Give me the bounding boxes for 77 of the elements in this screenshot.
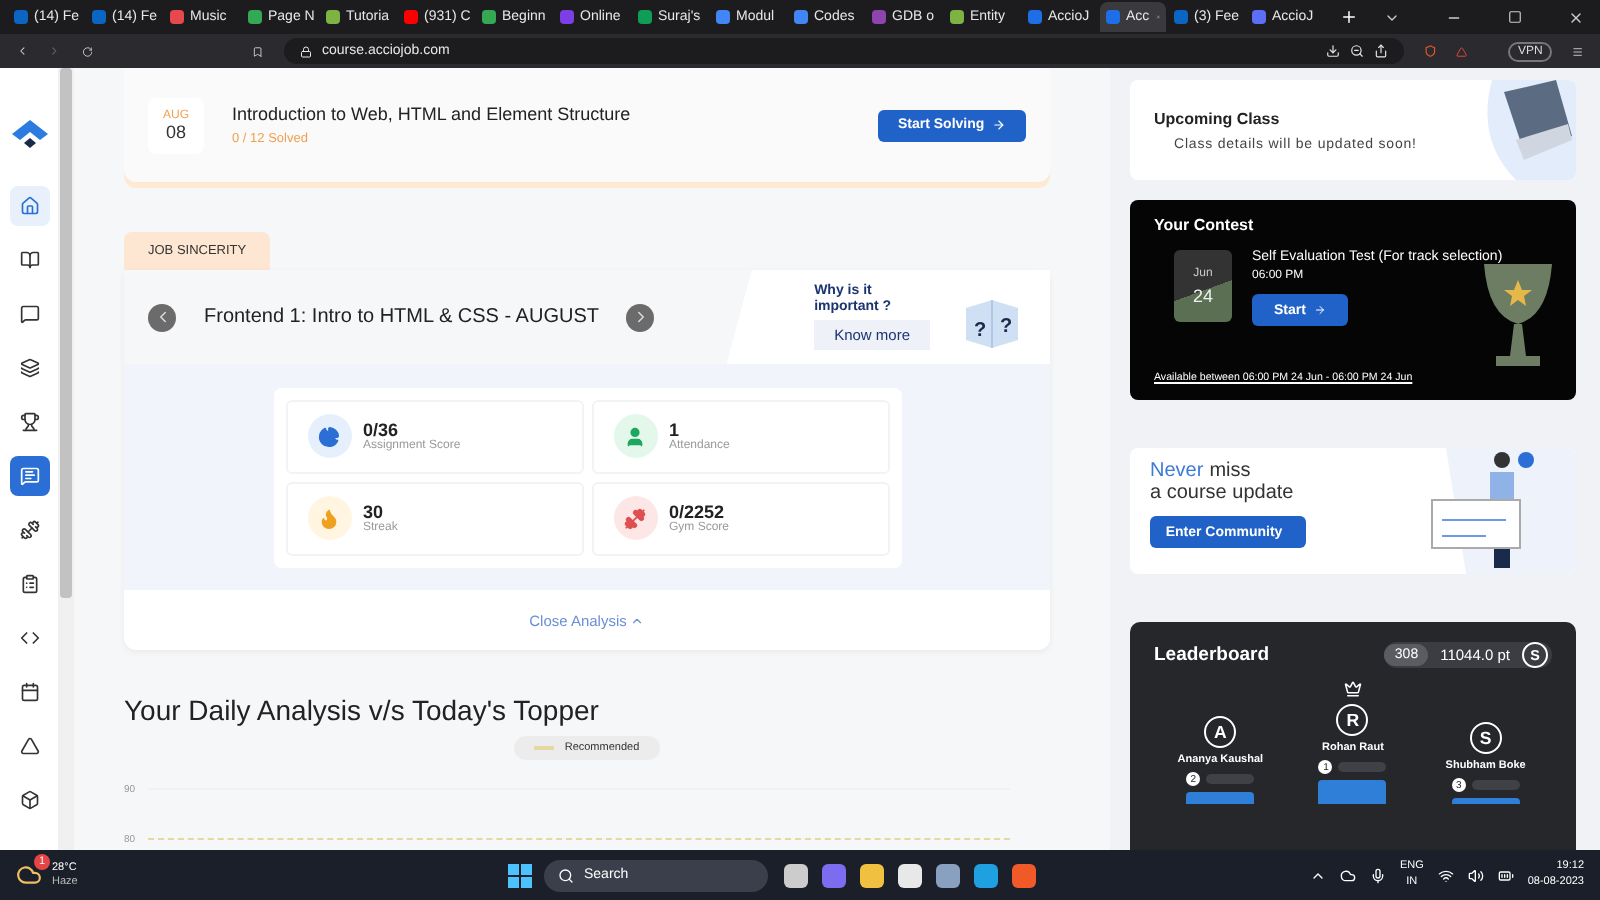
- dumbbell-icon: [19, 520, 39, 540]
- task-view-icon[interactable]: [784, 863, 808, 887]
- battery-icon[interactable]: [1497, 867, 1514, 883]
- question-mark: ?: [974, 319, 987, 341]
- card-title: Upcoming Class: [1154, 109, 1282, 127]
- points-bar: [1206, 774, 1255, 784]
- logo-icon: [11, 120, 47, 148]
- card-title: Your Contest: [1154, 216, 1256, 234]
- search-icon: [558, 867, 574, 883]
- menu-icon[interactable]: [1572, 43, 1584, 59]
- pie-chart-icon: [307, 414, 351, 458]
- reload-icon[interactable]: [81, 43, 93, 59]
- stat-value: 1: [669, 420, 680, 440]
- chat-icon: [19, 304, 39, 324]
- bookmark-icon[interactable]: [252, 43, 264, 59]
- date-day: 24: [1192, 285, 1213, 305]
- avatar: S: [1469, 722, 1502, 754]
- close-icon[interactable]: [1568, 9, 1584, 25]
- next-button[interactable]: [626, 303, 655, 331]
- folder-icon[interactable]: [860, 863, 884, 887]
- rewards-icon[interactable]: [1456, 43, 1468, 59]
- scrollbar-thumb[interactable]: [60, 68, 72, 598]
- date-day: 08: [165, 121, 186, 141]
- microphone-icon[interactable]: [1369, 867, 1386, 883]
- points-bar: [1338, 762, 1387, 772]
- cloud-icon[interactable]: [1339, 867, 1356, 883]
- podium-block: [1318, 780, 1387, 804]
- triangle-icon: [19, 736, 39, 756]
- cube-icon: [19, 790, 39, 810]
- stat-value: 0/36: [363, 420, 399, 440]
- card-title: Leaderboard: [1154, 644, 1272, 666]
- dumbbell-icon: [613, 496, 657, 540]
- browser-icon[interactable]: [974, 863, 998, 887]
- zoom-icon[interactable]: [1350, 44, 1364, 58]
- chevron-up-icon: [630, 613, 645, 627]
- clipboard-icon: [19, 574, 39, 594]
- lock-icon: [300, 45, 312, 57]
- section-heading: Your Daily Analysis v/s Today's Topper: [124, 694, 601, 726]
- legend-line-icon: [534, 746, 555, 750]
- previous-button[interactable]: [148, 303, 176, 331]
- layers-icon: [19, 358, 39, 378]
- question-mark: ?: [1000, 315, 1013, 337]
- store-icon[interactable]: [898, 863, 922, 887]
- trophy-icon: [19, 412, 39, 432]
- community-headline: Never miss: [1150, 460, 1253, 482]
- new-tab-icon[interactable]: [1340, 8, 1358, 26]
- home-icon: [19, 196, 39, 216]
- chat-app-icon[interactable]: [822, 863, 846, 887]
- crown-icon: [1343, 680, 1362, 698]
- course-title: Frontend 1: Intro to HTML & CSS - AUGUST: [204, 306, 599, 328]
- person-icon: [613, 414, 657, 458]
- arrow-icon: [992, 118, 1006, 132]
- maximize-icon[interactable]: [1508, 10, 1522, 24]
- code-icon: [19, 628, 39, 648]
- community-subtitle: a course update: [1150, 482, 1296, 504]
- arrow-icon: [1313, 304, 1326, 316]
- back-icon[interactable]: [16, 42, 29, 60]
- install-icon[interactable]: [1326, 44, 1340, 58]
- podium-block: [1451, 798, 1520, 804]
- message-icon: [19, 466, 39, 486]
- shield-app-icon[interactable]: [1012, 863, 1036, 887]
- shield-icon[interactable]: [1424, 42, 1437, 60]
- podium-block: [1186, 792, 1255, 804]
- stat-value: 0/2252: [669, 502, 725, 522]
- calendar-icon: [19, 682, 39, 702]
- avatar: A: [1204, 716, 1237, 748]
- settings-icon[interactable]: [936, 863, 960, 887]
- share-icon[interactable]: [1374, 44, 1388, 58]
- volume-icon[interactable]: [1467, 867, 1484, 883]
- book-icon: [19, 250, 39, 270]
- start-icon[interactable]: [508, 863, 532, 887]
- points-bar: [1471, 780, 1520, 790]
- stat-value: 30: [363, 502, 384, 522]
- avatar: R: [1336, 704, 1369, 736]
- wifi-icon[interactable]: [1437, 867, 1454, 883]
- lesson-title: Introduction to Web, HTML and Element Structure: [232, 104, 633, 124]
- flame-icon: [307, 496, 351, 540]
